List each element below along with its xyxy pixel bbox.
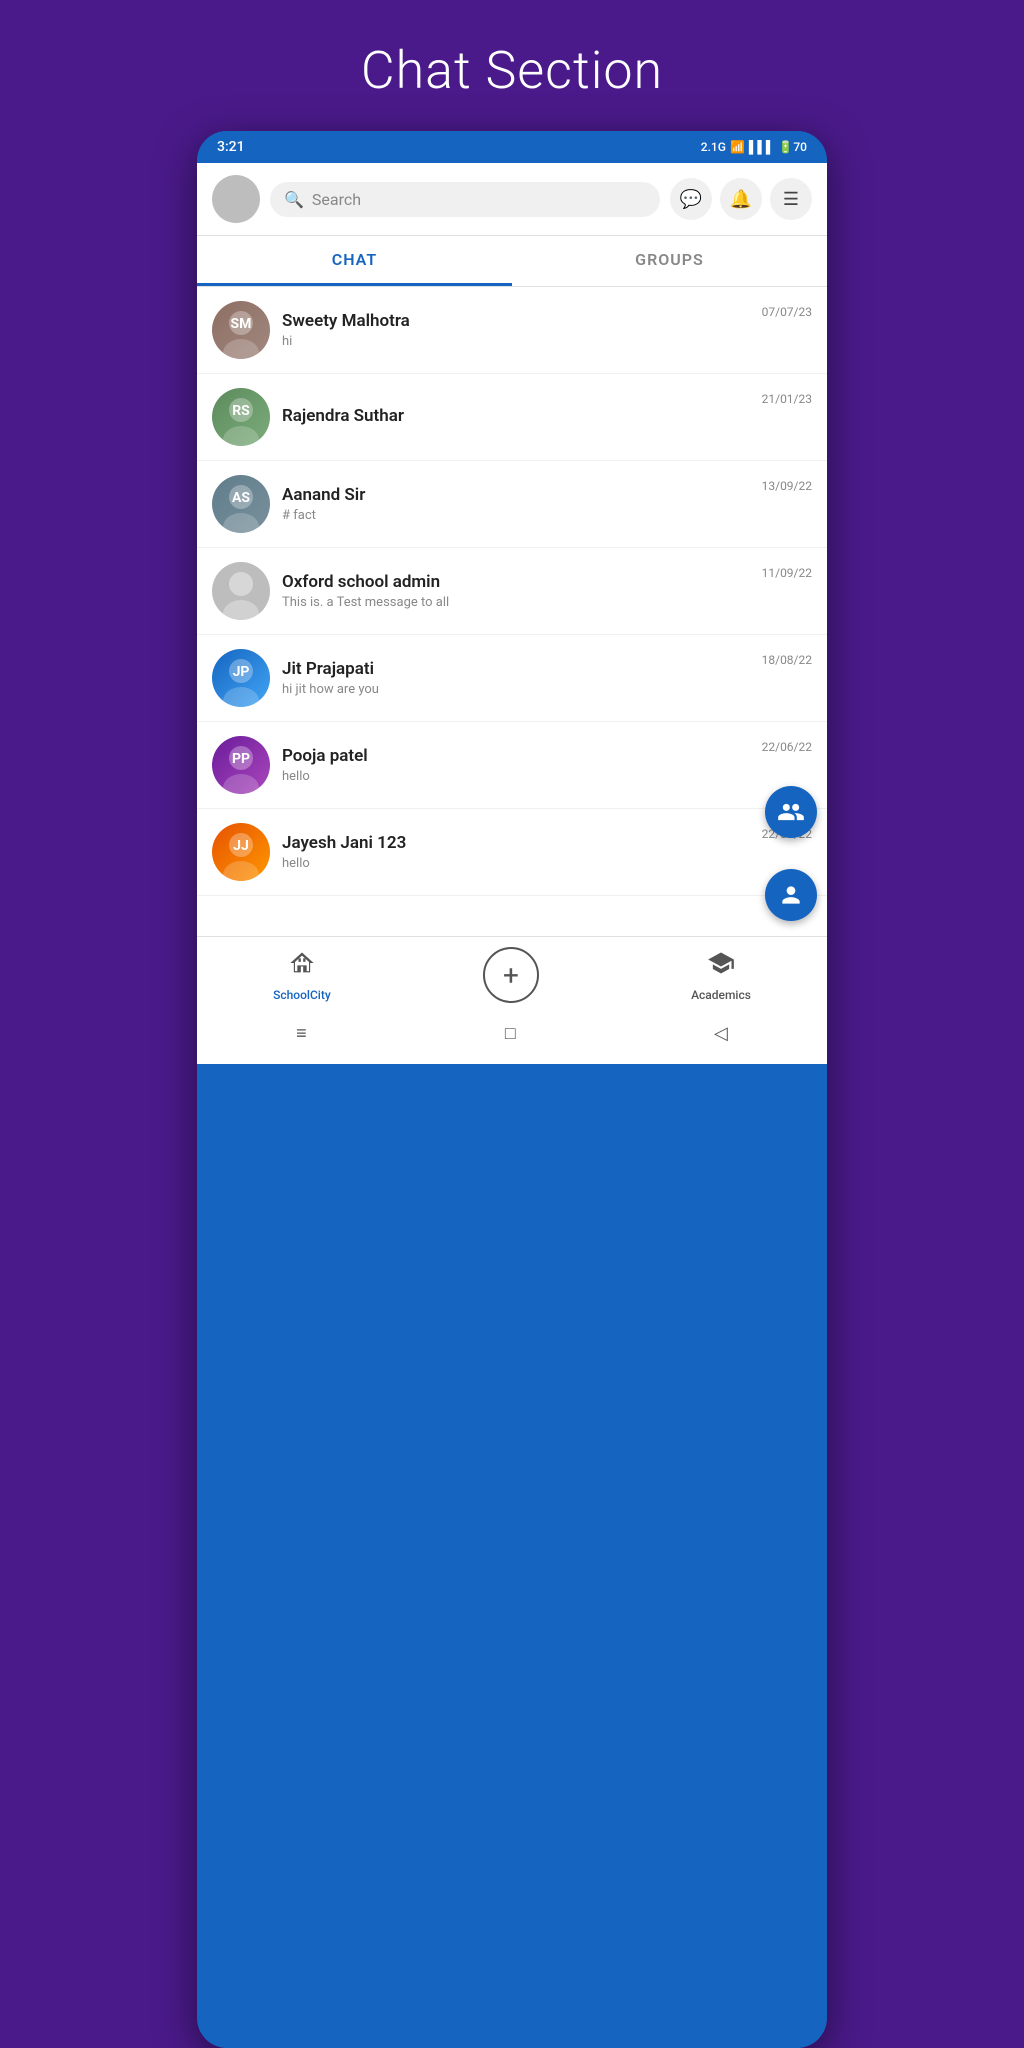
network-indicator: 2.1G: [701, 140, 726, 154]
chat-info-aanand: Aanand Sir # fact: [282, 485, 750, 523]
svg-text:JP: JP: [233, 664, 250, 680]
chat-date: 21/01/23: [762, 392, 812, 406]
svg-text:JJ: JJ: [233, 838, 249, 854]
avatar-pooja: PP: [212, 736, 270, 794]
avatar-aanand: AS: [212, 475, 270, 533]
message-icon-btn[interactable]: 💬: [670, 178, 712, 220]
chat-date: 18/08/22: [762, 653, 812, 667]
chat-name: Aanand Sir: [282, 485, 750, 505]
fab-person-btn[interactable]: [765, 869, 817, 921]
android-home-btn[interactable]: □: [505, 1023, 516, 1044]
schoolcity-icon: [288, 949, 316, 984]
chat-preview: hello: [282, 769, 750, 784]
tabs-bar: CHAT GROUPS: [197, 236, 827, 287]
signal-bars: ▌▌▌: [749, 140, 775, 154]
menu-icon: ☰: [783, 189, 799, 210]
chat-item[interactable]: RS Rajendra Suthar 21/01/23: [197, 374, 827, 461]
chat-name: Jayesh Jani 123: [282, 833, 750, 853]
chat-name: Oxford school admin: [282, 572, 750, 592]
status-bar: 3:21 2.1G 📶 ▌▌▌ 🔋70: [197, 131, 827, 163]
chat-item[interactable]: JJ Jayesh Jani 123 hello 22/06/22: [197, 809, 827, 896]
chat-item[interactable]: SM Sweety Malhotra hi 07/07/23: [197, 287, 827, 374]
chat-preview: This is. a Test message to all: [282, 595, 750, 610]
status-icons: 2.1G 📶 ▌▌▌ 🔋70: [701, 140, 807, 154]
chat-name: Rajendra Suthar: [282, 406, 750, 426]
phone-content: 🔍 Search 💬 🔔 ☰ CH: [197, 163, 827, 1064]
chat-date: 11/09/22: [762, 566, 812, 580]
top-icons: 💬 🔔 ☰: [670, 178, 812, 220]
android-back-btn[interactable]: ◁: [714, 1023, 728, 1044]
svg-text:RS: RS: [232, 403, 250, 419]
bottom-nav: SchoolCity + Academics: [197, 936, 827, 1011]
chat-date: 07/07/23: [762, 305, 812, 319]
bell-icon-btn[interactable]: 🔔: [720, 178, 762, 220]
academics-icon: [707, 949, 735, 984]
chat-preview: hi jit how are you: [282, 682, 750, 697]
chat-preview: hello: [282, 856, 750, 871]
fab-group-btn[interactable]: [765, 786, 817, 838]
tab-groups[interactable]: GROUPS: [512, 236, 827, 286]
tab-chat[interactable]: CHAT: [197, 236, 512, 286]
svg-text:AS: AS: [232, 490, 250, 506]
page-title: Chat Section: [361, 40, 663, 101]
schoolcity-label: SchoolCity: [273, 988, 331, 1002]
chat-preview: # fact: [282, 508, 750, 523]
avatar-sweety: SM: [212, 301, 270, 359]
top-bar: 🔍 Search 💬 🔔 ☰: [197, 163, 827, 236]
chat-info-pooja: Pooja patel hello: [282, 746, 750, 784]
chat-item[interactable]: PP Pooja patel hello 22/06/22: [197, 722, 827, 809]
chat-name: Sweety Malhotra: [282, 311, 750, 331]
chat-item[interactable]: AS Aanand Sir # fact 13/09/22: [197, 461, 827, 548]
avatar-jayesh: JJ: [212, 823, 270, 881]
svg-text:SM: SM: [231, 316, 252, 332]
menu-icon-btn[interactable]: ☰: [770, 178, 812, 220]
svg-text:PP: PP: [232, 751, 250, 767]
wifi-icon: 📶: [730, 140, 745, 154]
chat-item[interactable]: Oxford school admin This is. a Test mess…: [197, 548, 827, 635]
message-icon: 💬: [680, 189, 702, 210]
chat-name: Pooja patel: [282, 746, 750, 766]
chat-info-sweety: Sweety Malhotra hi: [282, 311, 750, 349]
search-placeholder-text: Search: [312, 190, 361, 209]
avatar-rajendra: RS: [212, 388, 270, 446]
chat-info-jit: Jit Prajapati hi jit how are you: [282, 659, 750, 697]
status-time: 3:21: [217, 139, 245, 155]
battery-icon: 🔋70: [778, 140, 807, 154]
user-avatar[interactable]: [212, 175, 260, 223]
search-icon: 🔍: [284, 190, 304, 209]
chat-list: SM Sweety Malhotra hi 07/07/23: [197, 287, 827, 896]
academics-label: Academics: [691, 988, 751, 1002]
phone-frame: 3:21 2.1G 📶 ▌▌▌ 🔋70 🔍 Search 💬: [197, 131, 827, 2048]
avatar-oxford: [212, 562, 270, 620]
android-menu-btn[interactable]: ≡: [296, 1023, 307, 1044]
bottom-nav-academics[interactable]: Academics: [691, 949, 751, 1002]
chat-info-rajendra: Rajendra Suthar: [282, 406, 750, 429]
outer-wrapper: Chat Section 3:21 2.1G 📶 ▌▌▌ 🔋70 🔍 Searc…: [0, 0, 1024, 2048]
chat-info-oxford: Oxford school admin This is. a Test mess…: [282, 572, 750, 610]
bell-icon: 🔔: [730, 189, 752, 210]
chat-preview: hi: [282, 334, 750, 349]
chat-item[interactable]: JP Jit Prajapati hi jit how are you 18/0…: [197, 635, 827, 722]
chat-date: 22/06/22: [762, 740, 812, 754]
search-bar[interactable]: 🔍 Search: [270, 182, 660, 217]
android-nav: ≡ □ ◁: [197, 1011, 827, 1064]
chat-date: 13/09/22: [762, 479, 812, 493]
avatar-jit: JP: [212, 649, 270, 707]
add-button[interactable]: +: [483, 947, 539, 1003]
chat-name: Jit Prajapati: [282, 659, 750, 679]
chat-info-jayesh: Jayesh Jani 123 hello: [282, 833, 750, 871]
bottom-nav-schoolcity[interactable]: SchoolCity: [273, 949, 331, 1002]
